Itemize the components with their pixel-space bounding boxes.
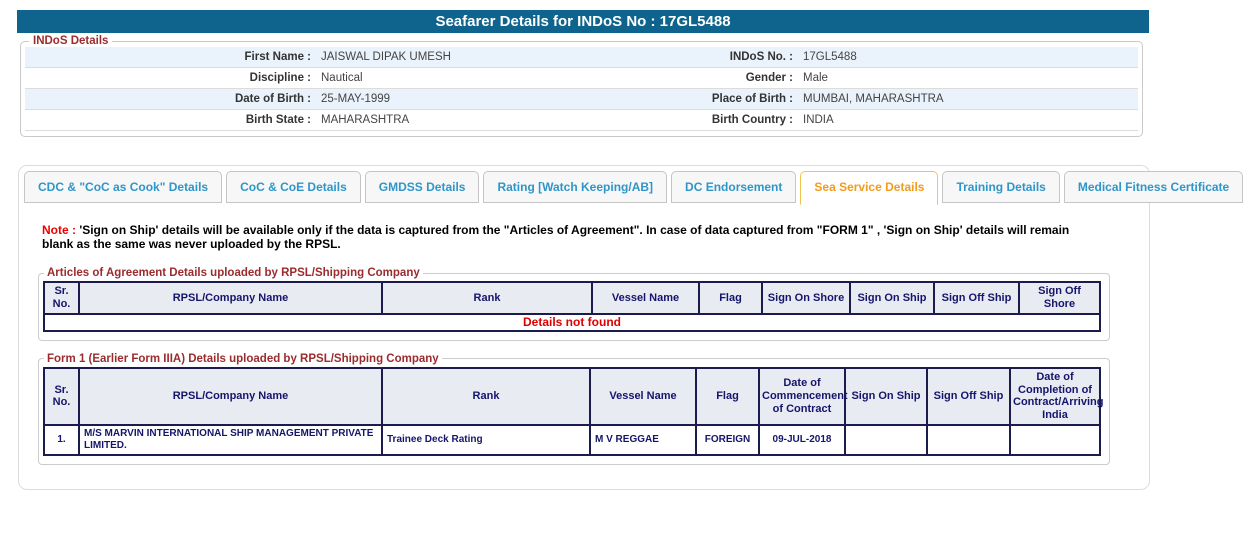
column-header-sign-on-ship: Sign On Ship — [850, 282, 934, 313]
table-cell: M V REGGAE — [590, 425, 696, 455]
field-value: 17GL5488 — [797, 51, 1138, 63]
tab-cdc-coc-as-cook-details[interactable]: CDC & "CoC as Cook" Details — [24, 171, 222, 203]
table-cell: M/S MARVIN INTERNATIONAL SHIP MANAGEMENT… — [79, 425, 382, 455]
column-header-sign-off-ship: Sign Off Ship — [927, 368, 1010, 425]
indos-details-section: INDoS Details First Name :JAISWAL DIPAK … — [20, 35, 1143, 137]
tab-strip: CDC & "CoC as Cook" DetailsCoC & CoE Det… — [19, 166, 1149, 203]
column-header-rank: Rank — [382, 368, 590, 425]
column-header-sign-on-shore: Sign On Shore — [762, 282, 850, 313]
field-value: MUMBAI, MAHARASHTRA — [797, 93, 1138, 105]
form1-legend: Form 1 (Earlier Form IIIA) Details uploa… — [44, 353, 442, 365]
note-label: Note : — [42, 223, 76, 237]
field-value: JAISWAL DIPAK UMESH — [315, 51, 625, 63]
empty-message: Details not found — [44, 314, 1100, 331]
field-label: INDoS No. : — [625, 51, 797, 63]
indos-details-rows: First Name :JAISWAL DIPAK UMESHINDoS No.… — [25, 47, 1138, 131]
column-header-sign-on-ship: Sign On Ship — [845, 368, 927, 425]
articles-of-agreement-table: Sr. No.RPSL/Company NameRankVessel NameF… — [43, 281, 1101, 332]
table-cell — [845, 425, 927, 455]
tab-training-details[interactable]: Training Details — [942, 171, 1059, 203]
field-value: INDIA — [797, 114, 1138, 126]
column-header-sign-off-ship: Sign Off Ship — [934, 282, 1019, 313]
tab-gmdss-details[interactable]: GMDSS Details — [365, 171, 480, 203]
note-text: 'Sign on Ship' details will be available… — [42, 223, 1069, 251]
form1-section: Form 1 (Earlier Form IIIA) Details uploa… — [38, 353, 1110, 465]
table-cell — [927, 425, 1010, 455]
table-cell: 1. — [44, 425, 79, 455]
table-header-row: Sr. No.RPSL/Company NameRankVessel NameF… — [44, 368, 1100, 425]
column-header-flag: Flag — [699, 282, 762, 313]
column-header-sr-no: Sr. No. — [44, 368, 79, 425]
indos-details-legend: INDoS Details — [29, 35, 112, 47]
field-label: Gender : — [625, 72, 797, 84]
field-label: Date of Birth : — [25, 93, 315, 105]
column-header-rpsl-company-name: RPSL/Company Name — [79, 282, 382, 313]
field-value: Nautical — [315, 72, 625, 84]
articles-of-agreement-legend: Articles of Agreement Details uploaded b… — [44, 267, 423, 279]
indos-detail-row: Discipline :NauticalGender :Male — [25, 68, 1138, 89]
table-cell: FOREIGN — [696, 425, 759, 455]
column-header-sr-no: Sr. No. — [44, 282, 79, 313]
tab-sea-service-details[interactable]: Sea Service Details — [800, 171, 938, 205]
table-row: 1.M/S MARVIN INTERNATIONAL SHIP MANAGEME… — [44, 425, 1100, 455]
field-label: Place of Birth : — [625, 93, 797, 105]
field-value: Male — [797, 72, 1138, 84]
page-title: Seafarer Details for INDoS No : 17GL5488 — [17, 10, 1149, 33]
field-label: Discipline : — [25, 72, 315, 84]
column-header-sign-off-shore: Sign Off Shore — [1019, 282, 1100, 313]
table-cell: Trainee Deck Rating — [382, 425, 590, 455]
field-value: 25-MAY-1999 — [315, 93, 625, 105]
indos-detail-row: Date of Birth :25-MAY-1999Place of Birth… — [25, 89, 1138, 110]
column-header-rpsl-company-name: RPSL/Company Name — [79, 368, 382, 425]
table-header-row: Sr. No.RPSL/Company NameRankVessel NameF… — [44, 282, 1100, 313]
field-value: MAHARASHTRA — [315, 114, 625, 126]
seafarer-details-page: Seafarer Details for INDoS No : 17GL5488… — [0, 0, 1250, 550]
form1-table: Sr. No.RPSL/Company NameRankVessel NameF… — [43, 367, 1101, 456]
empty-row: Details not found — [44, 314, 1100, 331]
tab-rating-watch-keeping-ab[interactable]: Rating [Watch Keeping/AB] — [483, 171, 667, 203]
column-header-vessel-name: Vessel Name — [592, 282, 699, 313]
column-header-rank: Rank — [382, 282, 592, 313]
articles-of-agreement-section: Articles of Agreement Details uploaded b… — [38, 267, 1110, 341]
tab-coc-coe-details[interactable]: CoC & CoE Details — [226, 171, 361, 203]
indos-detail-row: First Name :JAISWAL DIPAK UMESHINDoS No.… — [25, 47, 1138, 68]
field-label: First Name : — [25, 51, 315, 63]
indos-detail-row: Birth State :MAHARASHTRABirth Country :I… — [25, 110, 1138, 131]
tab-medical-fitness-certificate[interactable]: Medical Fitness Certificate — [1064, 171, 1243, 203]
table-cell: 09-JUL-2018 — [759, 425, 845, 455]
column-header-date-of-commencement-of-contract: Date of Commencement of Contract — [759, 368, 845, 425]
column-header-flag: Flag — [696, 368, 759, 425]
sign-on-ship-note: Note : 'Sign on Ship' details will be av… — [42, 223, 1097, 251]
tab-dc-endorsement[interactable]: DC Endorsement — [671, 171, 796, 203]
column-header-date-of-completion-of-contract-arriving-india: Date of Completion of Contract/Arriving … — [1010, 368, 1100, 425]
field-label: Birth State : — [25, 114, 315, 126]
details-tab-panel: CDC & "CoC as Cook" DetailsCoC & CoE Det… — [18, 165, 1150, 490]
column-header-vessel-name: Vessel Name — [590, 368, 696, 425]
field-label: Birth Country : — [625, 114, 797, 126]
table-cell — [1010, 425, 1100, 455]
